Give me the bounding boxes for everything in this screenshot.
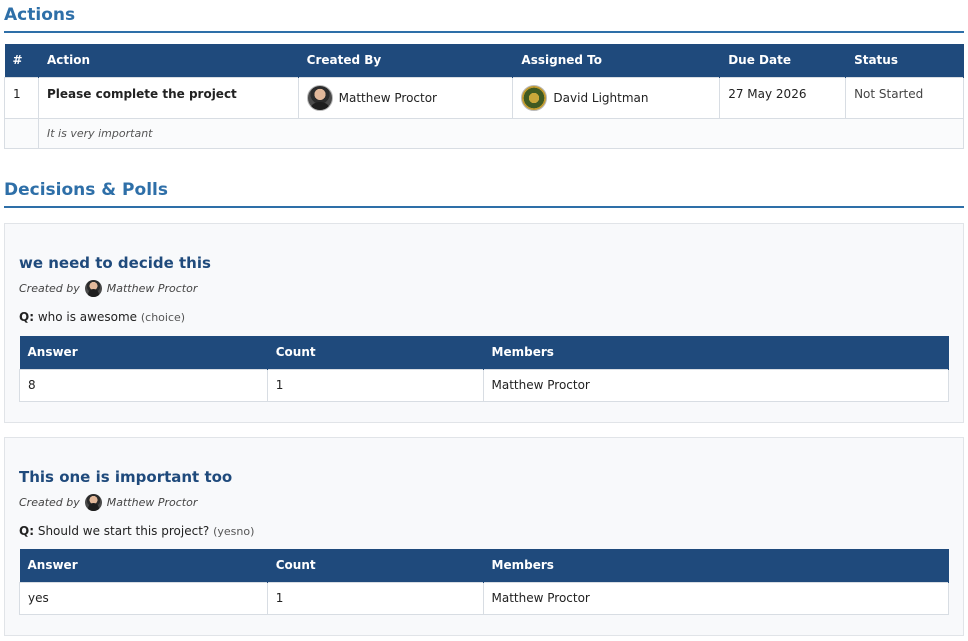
answer-value: 8 bbox=[19, 368, 268, 402]
question-text: who is awesome bbox=[37, 310, 138, 324]
col-header-answer: Answer bbox=[19, 549, 268, 582]
col-header-answer: Answer bbox=[19, 336, 268, 369]
question-text: Should we start this project? bbox=[37, 524, 210, 538]
assignee-name: David Lightman bbox=[553, 90, 649, 105]
poll-card: This one is important too Created by Mat… bbox=[4, 437, 964, 636]
poll-title: we need to decide this bbox=[19, 254, 211, 272]
action-note-row: It is very important bbox=[4, 117, 965, 149]
col-header-assigned-to: Assigned To bbox=[512, 44, 721, 77]
col-header-created-by: Created By bbox=[298, 44, 514, 77]
action-status: Not Started bbox=[845, 76, 964, 119]
action-text: Please complete the project bbox=[37, 76, 299, 119]
poll-question: Q: who is awesome (choice) bbox=[19, 310, 185, 324]
person-avatar-icon bbox=[84, 280, 102, 297]
poll-header-row: Answer Count Members bbox=[19, 336, 950, 369]
actions-table: # Action Created By Assigned To Due Date… bbox=[4, 44, 965, 149]
person-avatar-icon bbox=[306, 84, 333, 111]
col-header-count: Count bbox=[267, 549, 484, 582]
poll-header-row: Answer Count Members bbox=[19, 549, 950, 582]
answer-members: Matthew Proctor bbox=[482, 581, 950, 615]
seal-avatar-icon bbox=[521, 84, 548, 111]
poll-created-by: Created by Matthew Proctor bbox=[19, 280, 197, 297]
answer-count: 1 bbox=[266, 368, 484, 402]
actions-header-row: # Action Created By Assigned To Due Date… bbox=[4, 44, 964, 77]
question-label: Q: bbox=[19, 524, 34, 538]
col-header-number: # bbox=[4, 44, 39, 77]
action-created-by: Matthew Proctor bbox=[297, 76, 514, 119]
created-by-prefix: Created by bbox=[19, 496, 80, 509]
poll-result-row: yes 1 Matthew Proctor bbox=[19, 581, 950, 615]
col-header-count: Count bbox=[267, 336, 484, 369]
action-note-text: It is very important bbox=[46, 127, 153, 140]
poll-result-row: 8 1 Matthew Proctor bbox=[19, 368, 950, 402]
poll-results-table: Answer Count Members yes 1 Matthew Proct… bbox=[19, 549, 950, 615]
action-due-date: 27 May 2026 bbox=[719, 76, 847, 119]
col-header-members: Members bbox=[483, 549, 950, 582]
created-by-prefix: Created by bbox=[19, 282, 80, 295]
poll-title: This one is important too bbox=[19, 468, 233, 486]
col-header-due-date: Due Date bbox=[719, 44, 847, 77]
created-by-name: Matthew Proctor bbox=[106, 496, 198, 509]
question-type: (choice) bbox=[140, 311, 186, 324]
question-type: (yesno) bbox=[213, 525, 255, 538]
action-number: 1 bbox=[4, 76, 39, 119]
action-row[interactable]: 1 Please complete the project Matthew Pr… bbox=[4, 76, 964, 119]
col-header-action: Action bbox=[38, 44, 299, 77]
poll-card: we need to decide this Created by Matthe… bbox=[4, 223, 964, 423]
action-assigned-to: David Lightman bbox=[512, 76, 721, 119]
note-spacer bbox=[4, 117, 39, 149]
answer-count: 1 bbox=[266, 581, 484, 615]
col-header-status: Status bbox=[845, 44, 964, 77]
poll-results-table: Answer Count Members 8 1 Matthew Proctor bbox=[19, 336, 950, 402]
action-note: It is very important bbox=[37, 117, 965, 149]
actions-section-title: Actions bbox=[4, 5, 964, 33]
poll-question: Q: Should we start this project? (yesno) bbox=[19, 524, 254, 538]
question-label: Q: bbox=[19, 310, 34, 324]
creator-name: Matthew Proctor bbox=[338, 90, 437, 105]
polls-section-title: Decisions & Polls bbox=[4, 180, 964, 208]
col-header-members: Members bbox=[483, 336, 950, 369]
created-by-name: Matthew Proctor bbox=[106, 282, 198, 295]
person-avatar-icon bbox=[84, 494, 102, 511]
answer-members: Matthew Proctor bbox=[482, 368, 950, 402]
answer-value: yes bbox=[19, 581, 268, 615]
poll-created-by: Created by Matthew Proctor bbox=[19, 494, 197, 511]
